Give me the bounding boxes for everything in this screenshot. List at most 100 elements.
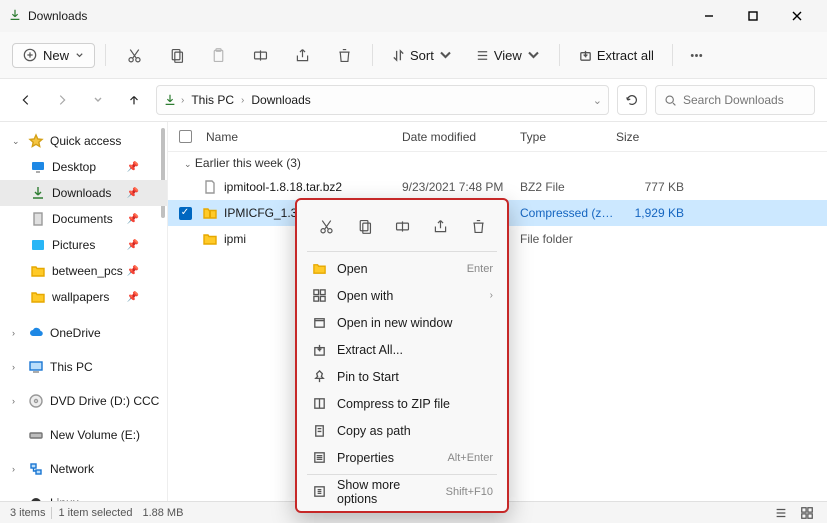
forward-button[interactable] [48, 93, 76, 107]
group-header[interactable]: ⌄ Earlier this week (3) [168, 152, 827, 174]
search-input[interactable]: Search Downloads [655, 85, 815, 115]
sidebar-item-downloads[interactable]: Downloads📌 [0, 180, 167, 206]
file-date: 9/23/2021 7:48 PM [402, 180, 520, 194]
folder-open-icon [311, 261, 327, 276]
downloads-icon [8, 8, 22, 25]
cm-cut-button[interactable] [312, 212, 340, 240]
more-button[interactable] [683, 37, 711, 73]
sidebar-onedrive[interactable]: ›OneDrive [0, 320, 167, 346]
column-size[interactable]: Size [616, 130, 696, 144]
cm-rename-button[interactable] [388, 212, 416, 240]
sidebar-label: DVD Drive (D:) CCCOMA [50, 394, 160, 408]
up-button[interactable] [120, 93, 148, 107]
sidebar-label: Documents [52, 212, 113, 226]
minimize-button[interactable] [687, 1, 731, 31]
sidebar-label: between_pcs [52, 264, 123, 278]
extract-all-label: Extract all [597, 48, 654, 63]
sidebar-dvd[interactable]: › DVD Drive (D:) CCCOMA [0, 388, 167, 414]
cm-pin-to-start[interactable]: Pin to Start [299, 363, 505, 390]
address-bar[interactable]: › This PC › Downloads ⌄ [156, 85, 609, 115]
view-button[interactable]: View [467, 48, 549, 63]
copy-button[interactable] [158, 37, 194, 73]
search-icon [664, 94, 677, 107]
extract-all-button[interactable]: Extract all [570, 48, 662, 63]
downloads-icon [30, 186, 46, 200]
sidebar-label: This PC [50, 360, 93, 374]
cm-show-more[interactable]: Show more optionsShift+F10 [299, 478, 505, 505]
chevron-right-icon[interactable]: › [12, 362, 22, 372]
context-menu: OpenEnter Open with› Open in new window … [295, 198, 509, 513]
pin-icon: 📌 [127, 266, 139, 277]
breadcrumb-this-pc[interactable]: This PC [188, 93, 237, 107]
breadcrumb-downloads[interactable]: Downloads [248, 93, 313, 107]
folder-icon [30, 290, 46, 304]
chevron-right-icon[interactable]: › [12, 396, 22, 406]
sidebar-linux[interactable]: ⌄ Linux [0, 490, 167, 501]
cm-delete-button[interactable] [464, 212, 492, 240]
sidebar-item-between-pcs[interactable]: between_pcs 📌 [0, 258, 167, 284]
new-button[interactable]: New [12, 43, 95, 68]
desktop-icon [30, 160, 46, 174]
details-view-button[interactable] [771, 506, 791, 520]
cm-extract-all[interactable]: Extract All... [299, 336, 505, 363]
file-size: 777 KB [616, 180, 696, 194]
new-window-icon [311, 315, 327, 330]
chevron-right-icon[interactable]: › [181, 95, 184, 106]
sidebar-label: wallpapers [52, 290, 109, 304]
column-type[interactable]: Type [520, 130, 616, 144]
sidebar-network[interactable]: ›Network [0, 456, 167, 482]
sidebar-item-pictures[interactable]: Pictures📌 [0, 232, 167, 258]
thumbnails-view-button[interactable] [797, 506, 817, 520]
row-checkbox[interactable]: ✓ [179, 207, 192, 220]
cm-compress-zip[interactable]: Compress to ZIP file [299, 390, 505, 417]
disc-icon [28, 394, 44, 408]
file-row[interactable]: ipmitool-1.8.18.tar.bz2 9/23/2021 7:48 P… [168, 174, 827, 200]
cm-copy-as-path[interactable]: Copy as path [299, 417, 505, 444]
cut-button[interactable] [116, 37, 152, 73]
sidebar-item-documents[interactable]: Documents📌 [0, 206, 167, 232]
status-items: 3 items [10, 507, 45, 519]
cm-open-with[interactable]: Open with› [299, 282, 505, 309]
downloads-icon [163, 93, 177, 107]
back-button[interactable] [12, 93, 40, 107]
chevron-right-icon[interactable]: › [12, 328, 22, 338]
pin-icon: 📌 [127, 240, 139, 251]
cm-copy-button[interactable] [350, 212, 378, 240]
status-size: 1.88 MB [142, 507, 183, 519]
chevron-down-icon[interactable]: ⌄ [12, 498, 22, 502]
drive-icon [28, 428, 44, 442]
chevron-down-icon[interactable]: ⌄ [593, 94, 602, 107]
cm-open[interactable]: OpenEnter [299, 255, 505, 282]
file-icon [202, 180, 218, 194]
sidebar-label: Linux [50, 496, 79, 501]
rename-button[interactable] [242, 37, 278, 73]
cm-properties[interactable]: PropertiesAlt+Enter [299, 444, 505, 471]
sidebar-label: Desktop [52, 160, 96, 174]
toolbar-separator [105, 44, 106, 66]
recent-button[interactable] [84, 95, 112, 105]
column-date[interactable]: Date modified [402, 130, 520, 144]
cm-open-new-window[interactable]: Open in new window [299, 309, 505, 336]
sidebar-item-wallpapers[interactable]: wallpapers📌 [0, 284, 167, 310]
share-button[interactable] [284, 37, 320, 73]
new-label: New [43, 48, 69, 63]
chevron-right-icon[interactable]: › [241, 95, 244, 106]
sidebar-quick-access[interactable]: ⌄ Quick access [0, 128, 167, 154]
toolbar-separator [672, 44, 673, 66]
chevron-right-icon[interactable]: › [12, 464, 22, 474]
column-name[interactable]: Name [202, 130, 402, 144]
sort-button[interactable]: Sort [383, 48, 461, 63]
toolbar: New Sort View Extract all [0, 32, 827, 78]
sidebar-item-desktop[interactable]: Desktop📌 [0, 154, 167, 180]
sidebar-new-volume[interactable]: ›New Volume (E:) [0, 422, 167, 448]
maximize-button[interactable] [731, 1, 775, 31]
delete-button[interactable] [326, 37, 362, 73]
close-button[interactable] [775, 1, 819, 31]
toolbar-separator [372, 44, 373, 66]
sidebar-this-pc[interactable]: › This PC [0, 354, 167, 380]
chevron-down-icon[interactable]: ⌄ [12, 136, 22, 147]
refresh-button[interactable] [617, 85, 647, 115]
select-all-checkbox[interactable] [168, 130, 202, 143]
paste-button[interactable] [200, 37, 236, 73]
cm-share-button[interactable] [426, 212, 454, 240]
